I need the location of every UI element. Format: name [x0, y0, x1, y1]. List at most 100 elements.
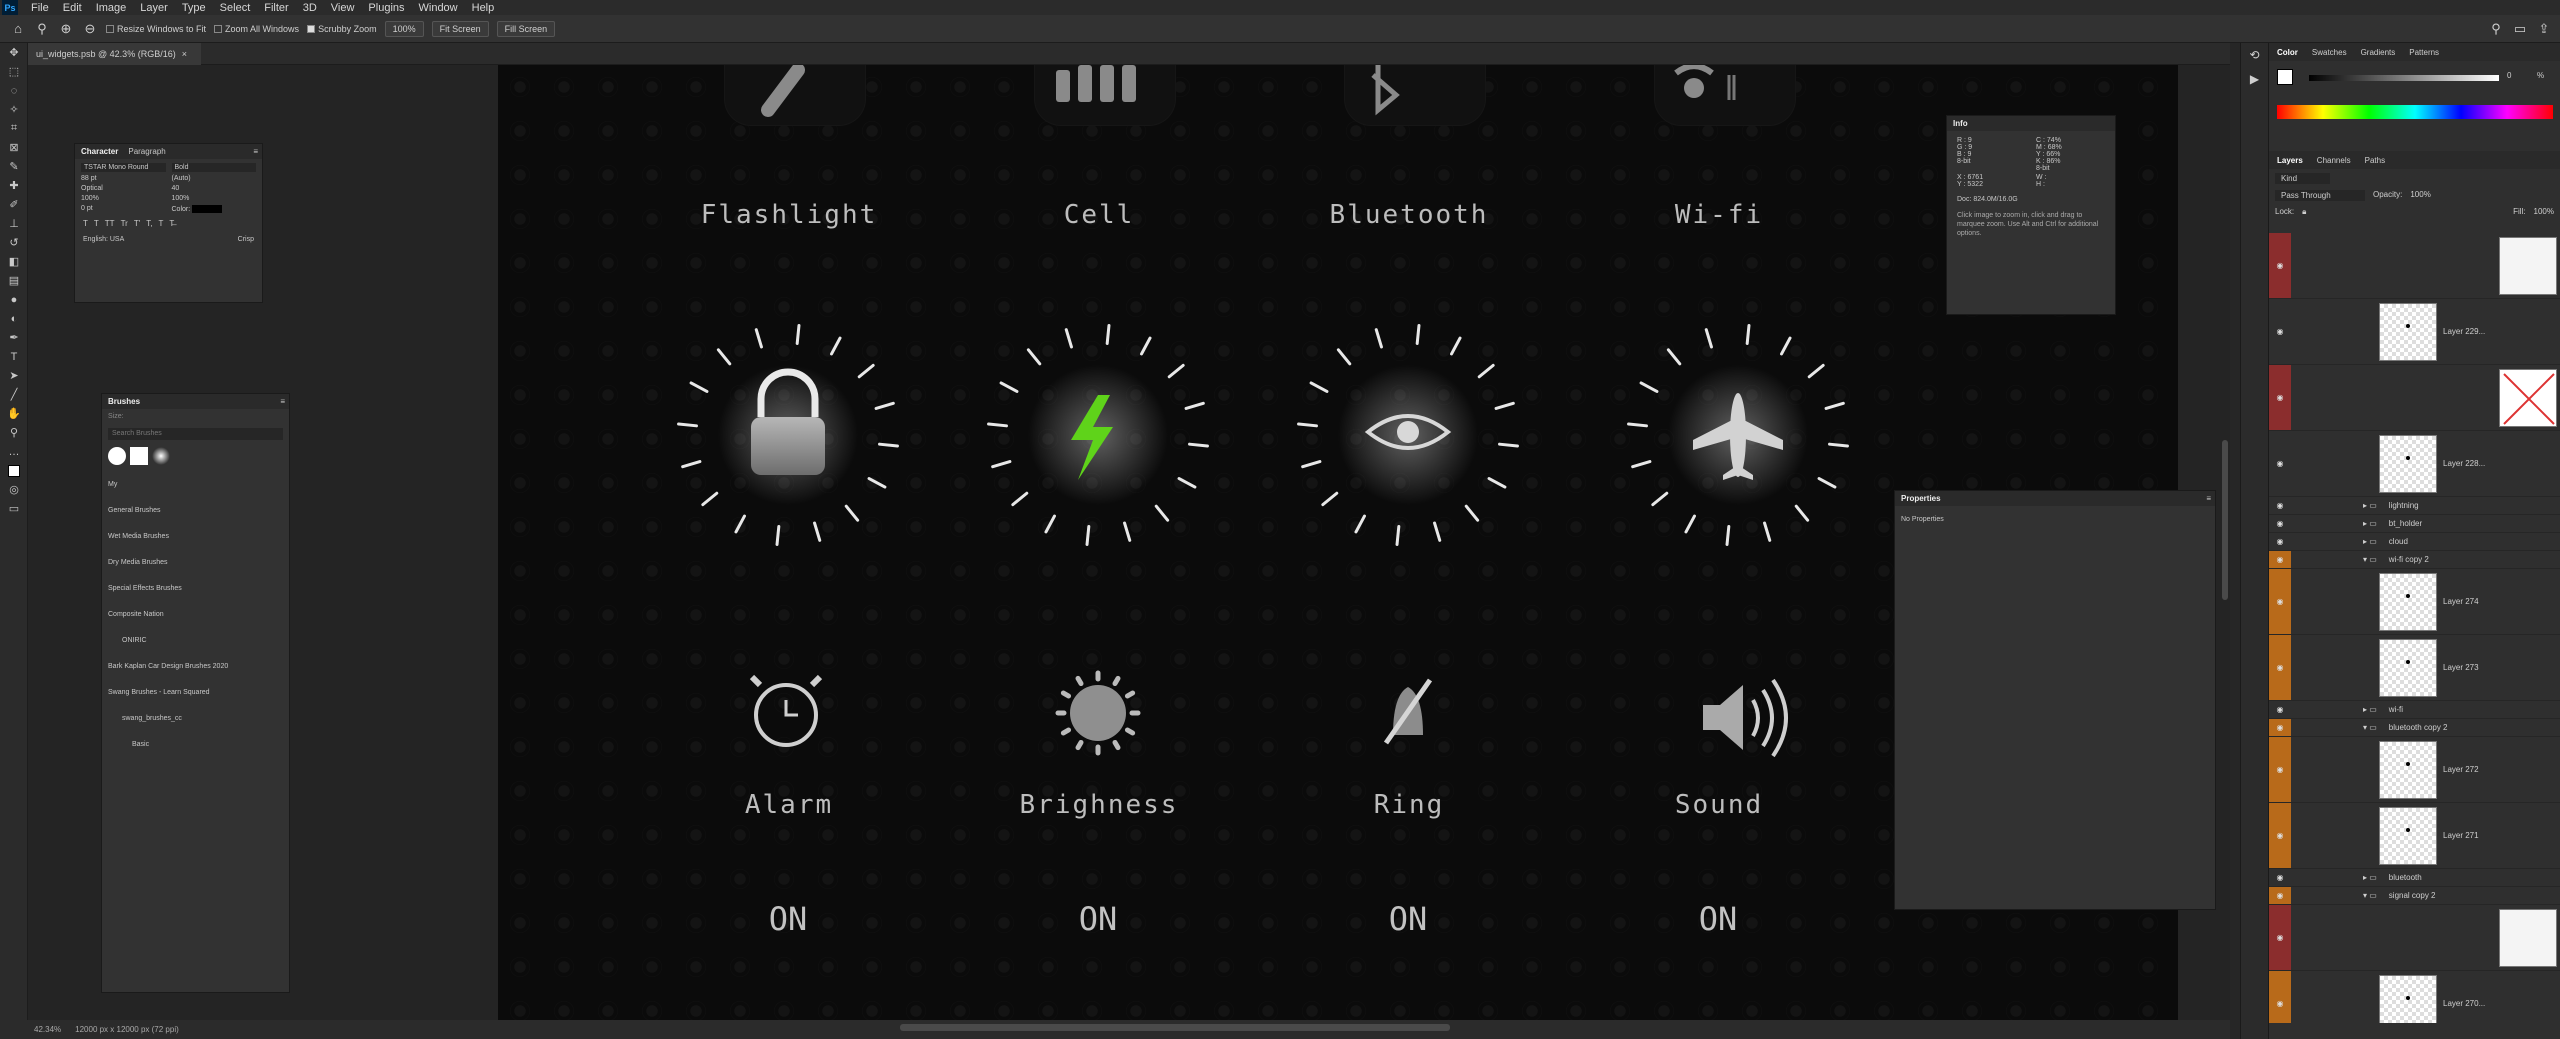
layer-name[interactable]: Layer 270... [2443, 999, 2485, 1008]
document-tab[interactable]: ui_widgets.psb @ 42.3% (RGB/16) × [28, 43, 201, 65]
blend-mode-select[interactable]: Pass Through [2275, 190, 2365, 201]
layer-filter-select[interactable]: Kind [2275, 173, 2330, 184]
brush-group-oniric[interactable]: ONIRIC [108, 628, 283, 654]
visibility-eye-icon[interactable]: ◉ [2269, 887, 2291, 904]
visibility-eye-icon[interactable]: ◉ [2269, 971, 2291, 1023]
folder-icon[interactable]: ▸ ▭ [2363, 537, 2377, 546]
folder-icon[interactable]: ▾ ▭ [2363, 891, 2377, 900]
font-family-select[interactable]: TSTAR Mono Round [81, 163, 166, 172]
layer-name[interactable]: Layer 228... [2443, 459, 2485, 468]
tab-paths[interactable]: Paths [2365, 156, 2385, 165]
underline-button[interactable]: T [158, 219, 163, 228]
zoom-all-checkbox[interactable]: Zoom All Windows [214, 24, 299, 34]
layer-name[interactable]: wi-fi copy 2 [2389, 555, 2429, 564]
layer-name[interactable]: cloud [2389, 537, 2408, 546]
tab-color[interactable]: Color [2277, 48, 2298, 57]
foreground-swatch[interactable] [2277, 69, 2293, 85]
lasso-tool-icon[interactable]: ◌ [0, 81, 28, 100]
layer-group-row[interactable]: ◉ ▸ ▭ bluetooth [2269, 869, 2560, 887]
tab-patterns[interactable]: Patterns [2409, 48, 2439, 57]
menu-select[interactable]: Select [213, 2, 258, 14]
panel-menu-icon[interactable]: ≡ [280, 397, 285, 406]
menu-plugins[interactable]: Plugins [361, 2, 411, 14]
layer-name[interactable]: wi-fi [2389, 705, 2403, 714]
close-icon[interactable]: × [182, 49, 187, 59]
fit-screen-button[interactable]: Fit Screen [431, 20, 489, 37]
canvas-vertical-scrollbar[interactable] [2222, 440, 2228, 600]
scrubby-zoom-checkbox[interactable]: Scrubby Zoom [307, 24, 377, 34]
pen-tool-icon[interactable]: ✒ [0, 328, 28, 347]
hand-tool-icon[interactable]: ✋ [0, 404, 28, 423]
visibility-eye-icon[interactable]: ◉ [2269, 905, 2291, 970]
workspace-icon[interactable]: ▭ [2512, 21, 2528, 37]
visibility-eye-icon[interactable]: ◉ [2269, 365, 2291, 430]
brush-group-composite[interactable]: Composite Nation [108, 602, 283, 628]
folder-icon[interactable]: ▸ ▭ [2363, 501, 2377, 510]
tab-character[interactable]: Character [81, 147, 118, 156]
zoom-out-icon[interactable]: ⊖ [82, 21, 98, 37]
marquee-tool-icon[interactable]: ⬚ [0, 62, 28, 81]
subscript-button[interactable]: T, [146, 219, 152, 228]
kerning-field[interactable]: Optical [81, 185, 166, 192]
tracking-field[interactable]: 40 [172, 185, 257, 192]
type-tool-icon[interactable]: T [0, 347, 28, 366]
magic-wand-icon[interactable]: ✧ [0, 100, 28, 119]
leading-field[interactable]: (Auto) [172, 175, 257, 182]
path-select-icon[interactable]: ➤ [0, 366, 28, 385]
brush-group-wet[interactable]: Wet Media Brushes [108, 524, 283, 550]
tab-channels[interactable]: Channels [2317, 156, 2351, 165]
menu-filter[interactable]: Filter [257, 2, 295, 14]
menu-layer[interactable]: Layer [133, 2, 175, 14]
brush-group-dry[interactable]: Dry Media Brushes [108, 550, 283, 576]
layer-name[interactable]: Layer 272 [2443, 765, 2479, 774]
more-tools-icon[interactable]: … [0, 442, 28, 461]
tab-paragraph[interactable]: Paragraph [128, 147, 165, 156]
visibility-eye-icon[interactable]: ◉ [2269, 701, 2291, 718]
history-icon[interactable]: ⟲ [2241, 43, 2268, 67]
layer-row[interactable]: ◉ Layer 271 [2269, 803, 2560, 869]
zoom-tool-sidebar-icon[interactable]: ⚲ [0, 423, 28, 442]
eraser-icon[interactable]: ◧ [0, 252, 28, 271]
layer-row[interactable]: ◉ Layer 270... [2269, 971, 2560, 1023]
brush-group-swang-cc[interactable]: swang_brushes_cc [108, 706, 283, 732]
strikethrough-button[interactable]: T̶ [169, 219, 174, 228]
visibility-eye-icon[interactable]: ◉ [2269, 719, 2291, 736]
visibility-eye-icon[interactable]: ◉ [2269, 533, 2291, 550]
stamp-tool-icon[interactable]: ⊥ [0, 214, 28, 233]
layer-name[interactable]: bt_holder [2389, 519, 2422, 528]
visibility-eye-icon[interactable]: ◉ [2269, 551, 2291, 568]
panel-menu-icon[interactable]: ≡ [2206, 494, 2211, 503]
layer-name[interactable]: bluetooth copy 2 [2389, 723, 2448, 732]
dodge-tool-icon[interactable]: ◐ [0, 309, 28, 328]
canvas-horizontal-scrollbar[interactable] [900, 1024, 1450, 1031]
panel-menu-icon[interactable]: ≡ [253, 147, 258, 156]
folder-icon[interactable]: ▸ ▭ [2363, 705, 2377, 714]
layer-row[interactable]: ◉ Layer 272 [2269, 737, 2560, 803]
layer-group-row[interactable]: ◉ ▸ ▭ bt_holder [2269, 515, 2560, 533]
search-icon[interactable]: ⚲ [2488, 21, 2504, 37]
folder-icon[interactable]: ▾ ▭ [2363, 723, 2377, 732]
color-swatches-icon[interactable] [0, 461, 28, 480]
menu-3d[interactable]: 3D [296, 2, 324, 14]
layer-row[interactable]: ◉ Layer 273 [2269, 635, 2560, 701]
language-select[interactable]: English: USA [83, 236, 124, 243]
history-brush-icon[interactable]: ↺ [0, 233, 28, 252]
layer-group-row[interactable]: ◉ ▸ ▭ lightning [2269, 497, 2560, 515]
brush-group-my[interactable]: My [108, 472, 283, 498]
visibility-eye-icon[interactable]: ◉ [2269, 803, 2291, 868]
opacity-field[interactable]: 100% [2410, 190, 2430, 201]
menu-edit[interactable]: Edit [56, 2, 89, 14]
faux-bold-button[interactable]: T [83, 219, 88, 228]
value-slider[interactable] [2309, 75, 2499, 81]
layer-row[interactable]: ◉ Layer 229... [2269, 299, 2560, 365]
canvas-area[interactable]: Flashlight Cell Bluetooth Wi-fi Alarm Br… [28, 65, 2230, 1020]
layer-name[interactable]: Layer 273 [2443, 663, 2479, 672]
fill-field[interactable]: 100% [2534, 207, 2554, 217]
tab-layers[interactable]: Layers [2277, 156, 2303, 165]
brush-group-bark[interactable]: Bark Kaplan Car Design Brushes 2020 [108, 654, 283, 680]
layer-name[interactable]: lightning [2389, 501, 2419, 510]
folder-icon[interactable]: ▸ ▭ [2363, 873, 2377, 882]
menu-help[interactable]: Help [465, 2, 502, 14]
brush-tool-icon[interactable]: ✐ [0, 195, 28, 214]
vertical-scale-field[interactable]: 100% [81, 195, 166, 202]
